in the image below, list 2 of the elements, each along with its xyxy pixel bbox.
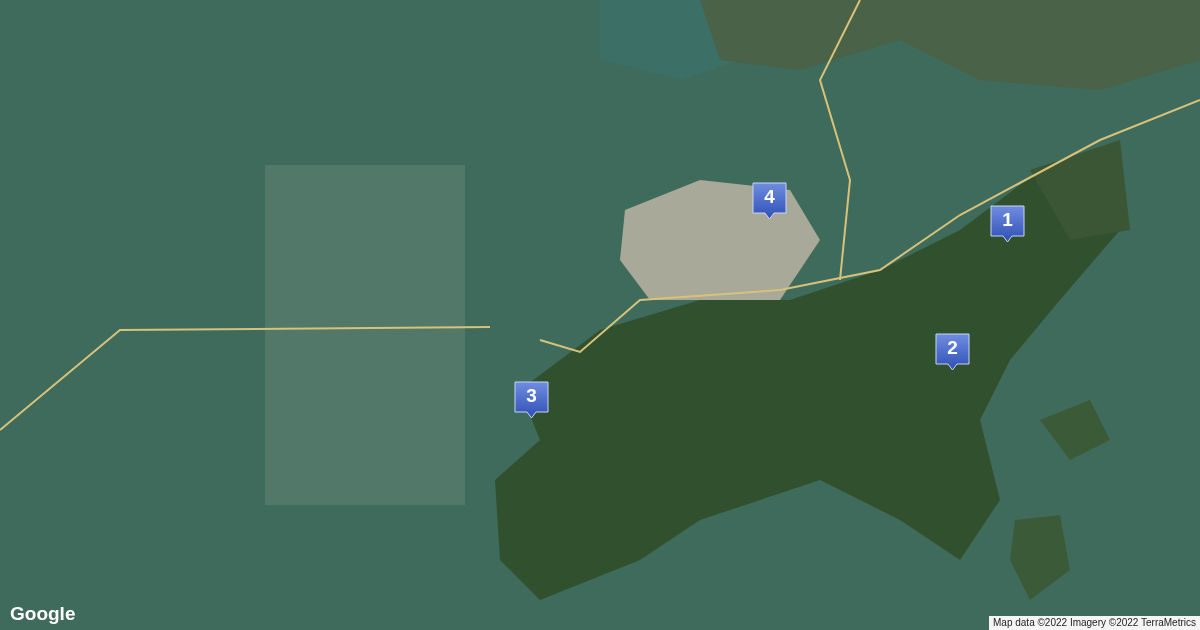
map-logo[interactable]: Google <box>10 604 76 623</box>
map-attribution: Map data ©2022 Imagery ©2022 TerraMetrics <box>989 616 1200 630</box>
